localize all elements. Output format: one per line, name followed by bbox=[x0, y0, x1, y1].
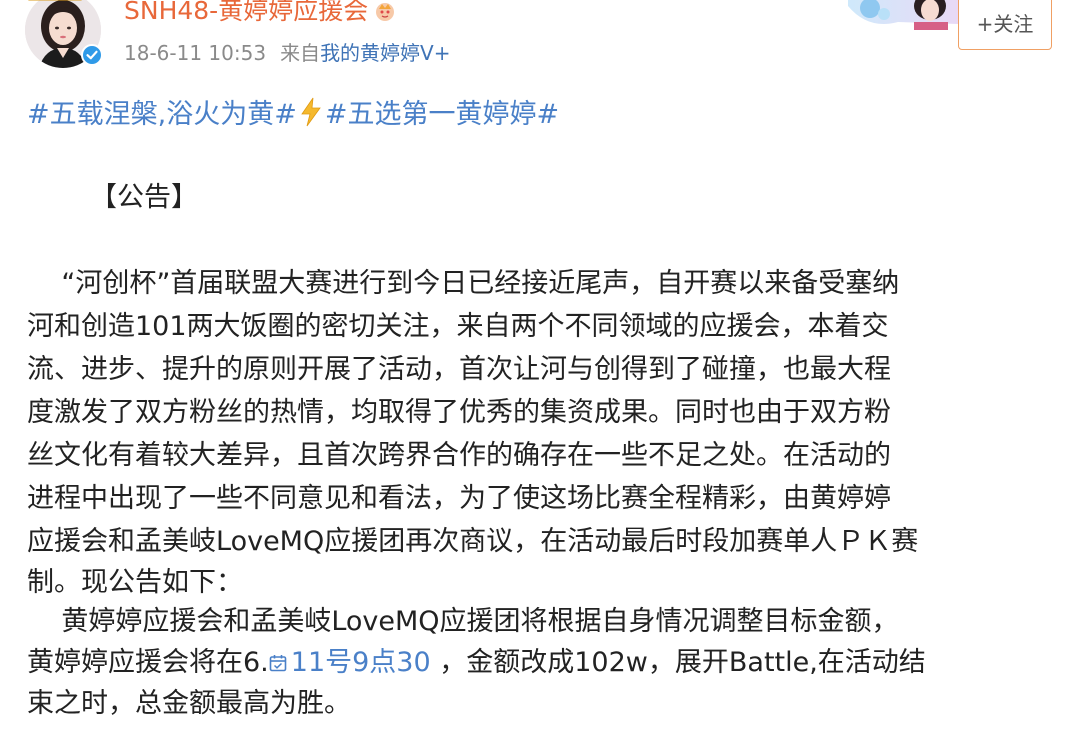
post-meta: 18-6-11 10:53 来自我的黄婷婷V+ bbox=[124, 38, 451, 68]
follow-button[interactable]: +关注 bbox=[958, 0, 1052, 50]
calendar-icon bbox=[269, 655, 287, 672]
date-link[interactable]: 11号9点30 bbox=[269, 647, 431, 678]
post-line: 进程中出现了一些不同意见和看法，为了使这场比赛全程精彩，由黄婷婷 bbox=[27, 483, 891, 514]
avatar-container[interactable] bbox=[25, 0, 103, 68]
topic-tag-2[interactable]: #五选第一黄婷婷# bbox=[325, 99, 559, 130]
post-line: 河和创造101两大饭圈的密切关注，来自两个不同领域的应援会，本着交 bbox=[27, 311, 889, 342]
username-text[interactable]: SNH48-黄婷婷应援会 bbox=[124, 0, 368, 25]
post-line-with-date: 黄婷婷应援会将在6. 11号9点30 ，金额改成102w，展开Battle,在活… bbox=[27, 643, 926, 683]
post-line-prefix: 黄婷婷应援会将在6. bbox=[27, 647, 269, 678]
post-line: 黄婷婷应援会和孟美岐LoveMQ应援团将根据自身情况调整目标金额， bbox=[27, 606, 899, 637]
post-header: SNH48-黄婷婷应援会 18-6-11 10:53 来自我的黄婷婷V+ +关注 bbox=[0, 0, 1080, 80]
decorative-banner bbox=[848, 0, 958, 30]
verified-icon bbox=[81, 44, 103, 66]
date-link-text[interactable]: 11号9点30 bbox=[291, 647, 431, 678]
post-line-suffix: ，金额改成102w，展开Battle,在活动结 bbox=[430, 647, 926, 678]
post-line: 丝文化有着较大差异，且首次跨界合作的确存在一些不足之处。在活动的 bbox=[27, 440, 891, 471]
source-prefix: 来自 bbox=[280, 41, 321, 65]
post-timestamp: 18-6-11 10:53 bbox=[124, 41, 267, 65]
crown-icon bbox=[28, 0, 82, 1]
post-line: 制。现公告如下： bbox=[27, 567, 243, 598]
post-line: “河创杯”首届联盟大赛进行到今日已经接近尾声，自开赛以来备受塞纳 bbox=[27, 268, 900, 299]
post-line: 流、进步、提升的原则开展了活动，首次让河与创得到了碰撞，也最大程 bbox=[27, 354, 891, 385]
source-link[interactable]: 我的黄婷婷V+ bbox=[320, 41, 450, 65]
post-line: 应援会和孟美岐LoveMQ应援团再次商议，在活动最后时段加赛单人ＰＫ赛 bbox=[27, 526, 919, 557]
post-line: 束之时，总金额最高为胜。 bbox=[27, 688, 351, 719]
topic-tag-1[interactable]: #五载涅槃,浴火为黄# bbox=[27, 99, 297, 130]
username[interactable]: SNH48-黄婷婷应援会 bbox=[124, 0, 396, 28]
post-line: 度激发了双方粉丝的热情，均取得了优秀的集资成果。同时也由于双方粉 bbox=[27, 397, 891, 428]
lightning-icon bbox=[301, 97, 321, 127]
announcement-title: 【公告】 bbox=[90, 182, 198, 213]
topic-tags: #五载涅槃,浴火为黄# #五选第一黄婷婷# bbox=[27, 96, 559, 134]
user-badge-icon bbox=[376, 3, 395, 21]
